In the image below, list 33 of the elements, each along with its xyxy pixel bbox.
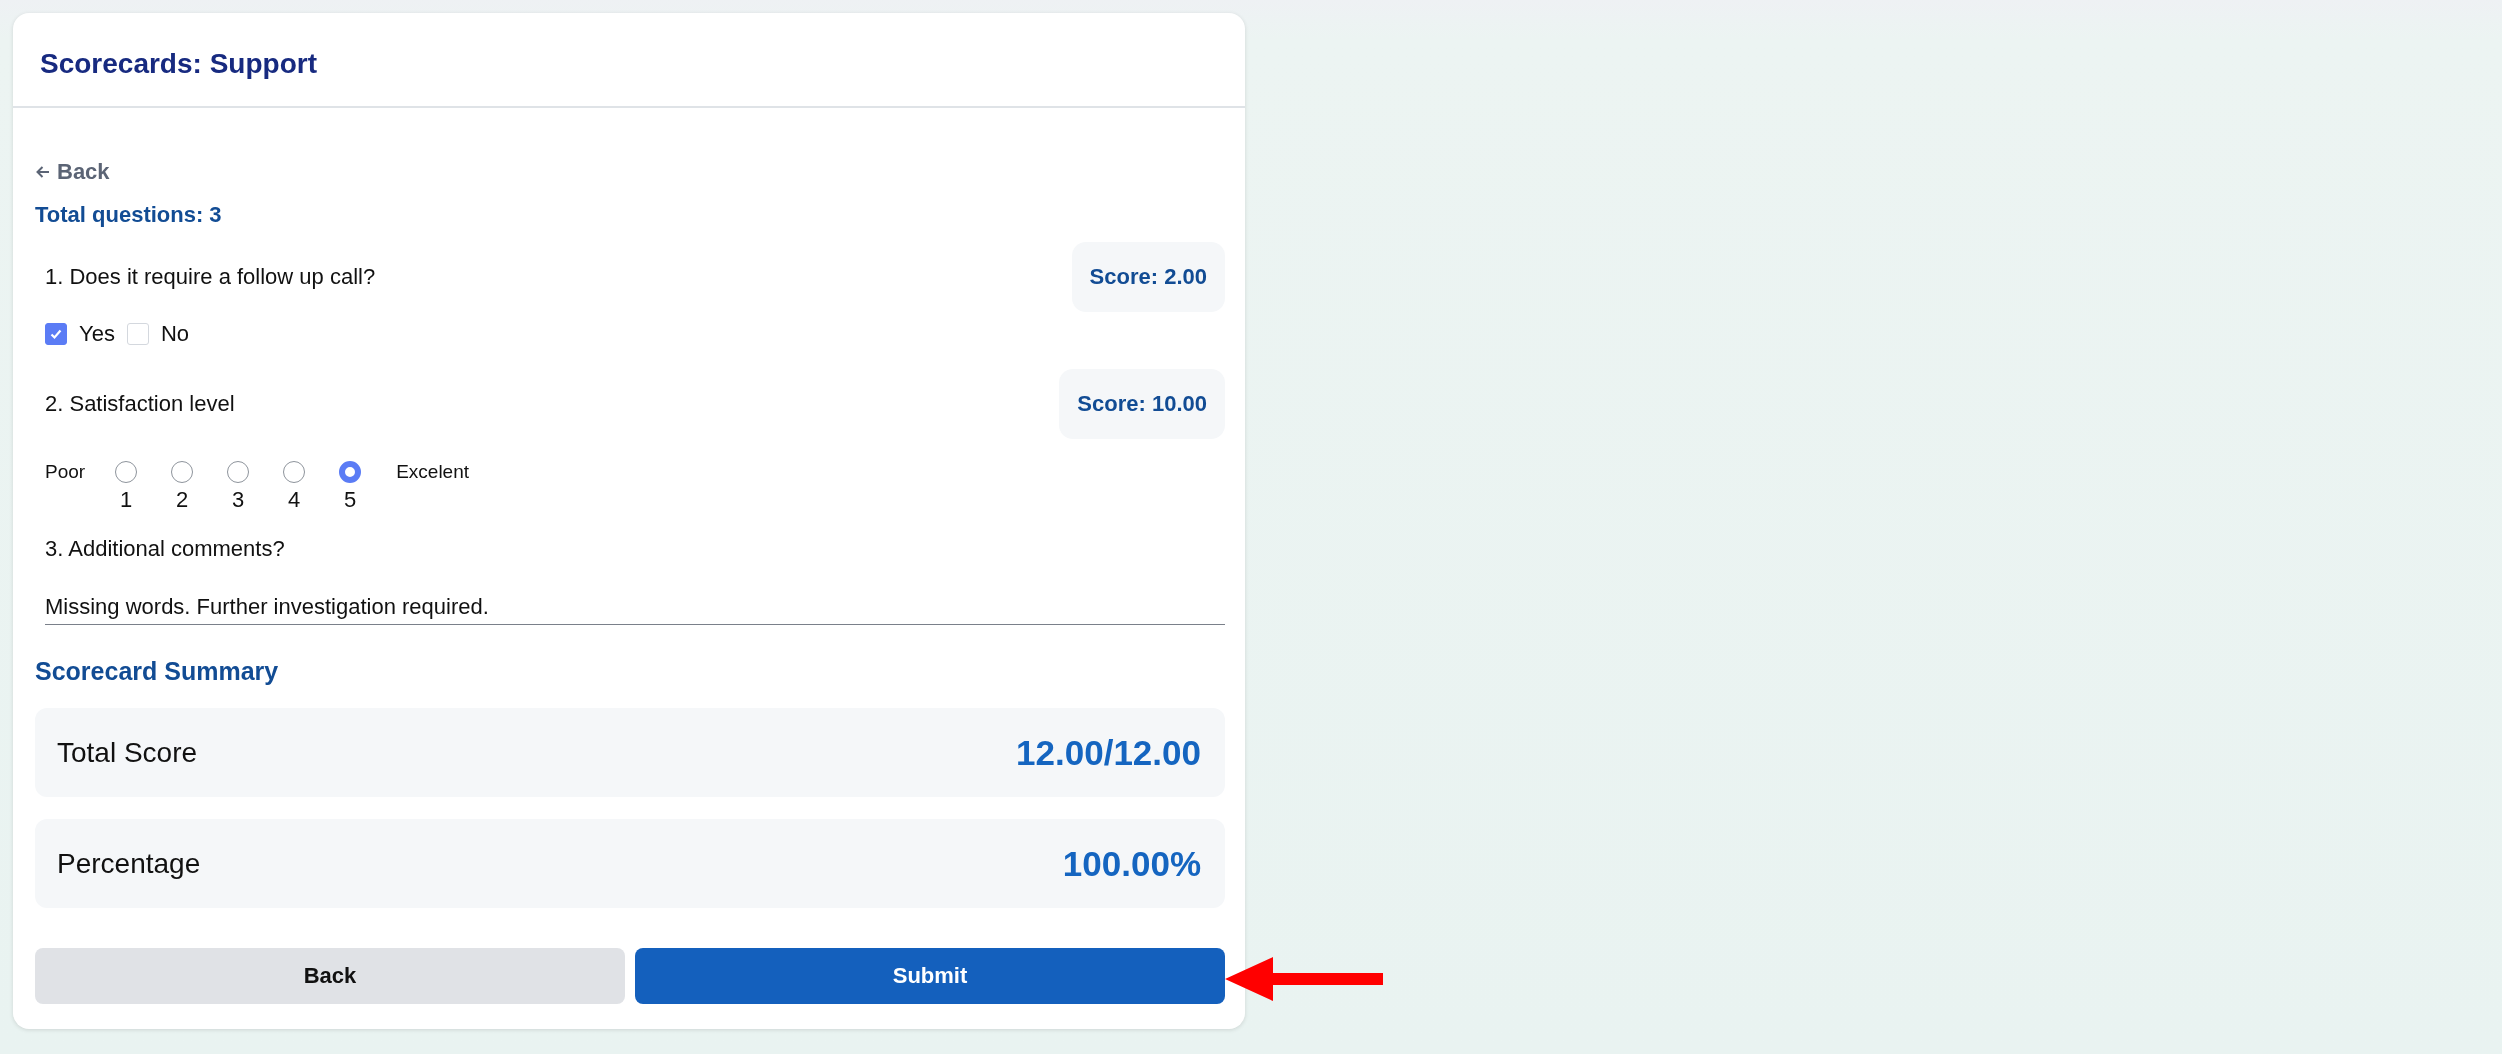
rating-number: 5 bbox=[344, 487, 357, 513]
summary-label: Total Score bbox=[57, 736, 198, 769]
checkbox[interactable] bbox=[45, 323, 67, 345]
page-title: Scorecards: Support bbox=[40, 47, 317, 80]
arrow-left-icon bbox=[35, 164, 51, 180]
radio-button[interactable] bbox=[283, 461, 306, 483]
radio-button[interactable] bbox=[171, 461, 194, 483]
summary-title: Scorecard Summary bbox=[35, 657, 280, 686]
question-text: 3. Additional comments? bbox=[45, 536, 285, 562]
check-icon bbox=[49, 327, 63, 341]
summary-value: 12.00/12.00 bbox=[1016, 732, 1201, 773]
score-pill: Score: 10.00 bbox=[1059, 369, 1225, 439]
question-text: 2. Satisfaction level bbox=[45, 391, 235, 417]
summary-label: Percentage bbox=[57, 847, 201, 880]
rating-number: 3 bbox=[232, 487, 245, 513]
back-button[interactable]: Back bbox=[35, 948, 625, 1004]
total-questions: Total questions: 3 bbox=[35, 202, 223, 228]
radio-button[interactable] bbox=[115, 461, 138, 483]
question-text: 1. Does it require a follow up call? bbox=[45, 264, 376, 290]
rating-number: 4 bbox=[288, 487, 301, 513]
summary-value: 100.00% bbox=[1062, 843, 1201, 884]
rating-number: 1 bbox=[120, 487, 133, 513]
score-pill: Score: 2.00 bbox=[1071, 242, 1225, 312]
checkbox-option[interactable]: Yes bbox=[45, 321, 115, 347]
back-link[interactable]: Back bbox=[35, 159, 110, 185]
scale-low-label: Poor bbox=[45, 460, 86, 484]
submit-button[interactable]: Submit bbox=[635, 948, 1225, 1004]
scale-high-label: Excelent bbox=[396, 460, 469, 484]
rating-number: 2 bbox=[176, 487, 189, 513]
radio-button[interactable] bbox=[339, 461, 362, 483]
radio-button[interactable] bbox=[227, 461, 250, 483]
comment-field[interactable]: Missing words. Further investigation required. bbox=[45, 594, 1225, 625]
checkbox-option[interactable]: No bbox=[126, 321, 189, 347]
